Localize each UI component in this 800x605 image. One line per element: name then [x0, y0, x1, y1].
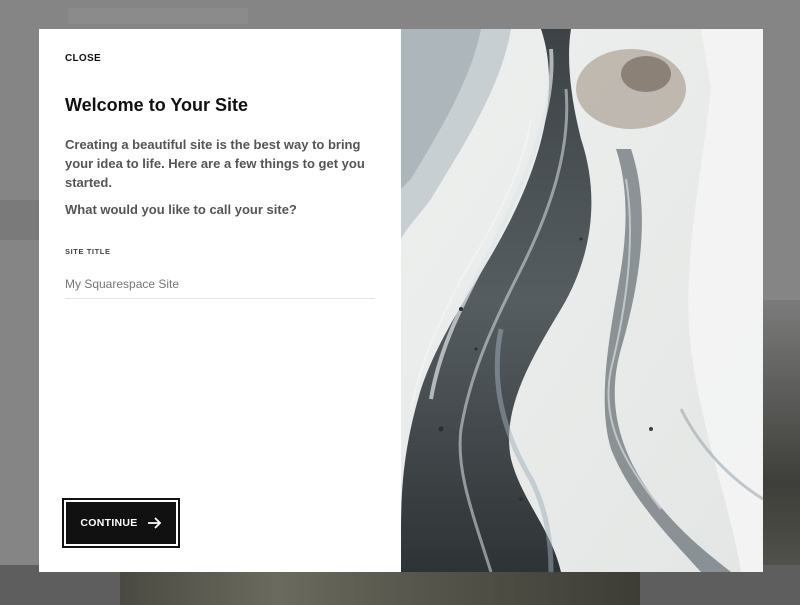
continue-button-focus-ring: CONTINUE: [62, 498, 180, 548]
intro-text: Creating a beautiful site is the best wa…: [65, 137, 365, 190]
welcome-modal: CLOSE Welcome to Your Site Creating a be…: [39, 29, 763, 572]
modal-title: Welcome to Your Site: [65, 95, 249, 115]
marble-art-image: [401, 29, 763, 572]
background-image-edge: [762, 300, 800, 605]
site-title-label: SITE TITLE: [65, 247, 111, 256]
continue-label: CONTINUE: [80, 517, 138, 529]
background-image: [120, 571, 640, 605]
arrow-right-icon: [147, 517, 161, 529]
close-button[interactable]: CLOSE: [65, 53, 101, 64]
background-block: [0, 200, 40, 240]
site-title-input[interactable]: [65, 269, 375, 299]
modal-content: CLOSE Welcome to Your Site Creating a be…: [39, 29, 401, 572]
continue-button[interactable]: CONTINUE: [66, 502, 176, 544]
site-name-question: What would you like to call your site?: [65, 202, 297, 217]
background-header: [68, 8, 248, 24]
marble-texture: [401, 29, 763, 572]
